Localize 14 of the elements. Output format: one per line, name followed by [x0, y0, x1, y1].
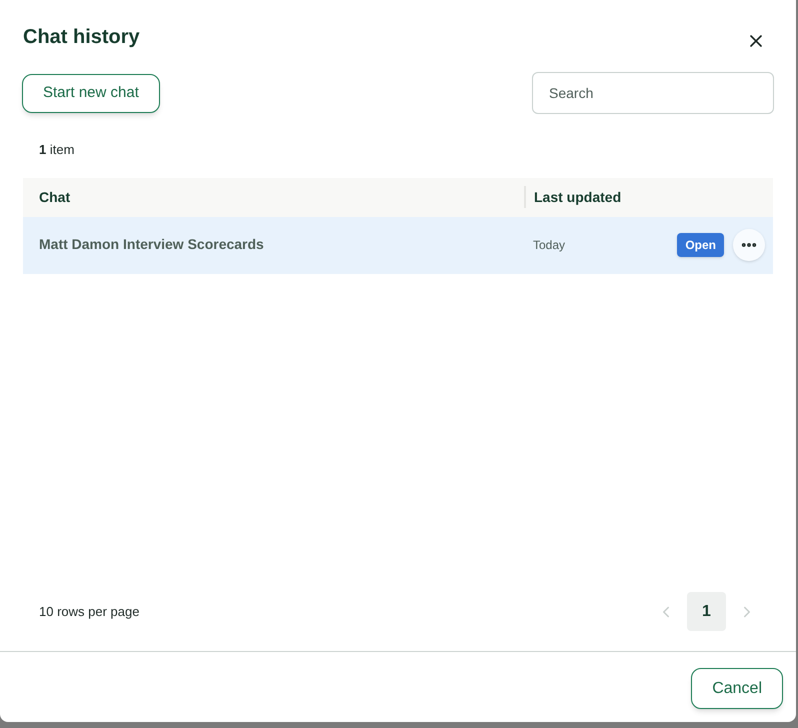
- open-button[interactable]: Open: [677, 233, 724, 257]
- rows-per-page-label: 10 rows per page: [39, 602, 140, 621]
- dialog-title: Chat history: [23, 25, 140, 50]
- column-header: Chat: [39, 188, 70, 204]
- more-icon[interactable]: [733, 229, 765, 261]
- item-count: 1 item: [39, 142, 74, 157]
- search-field[interactable]: Search: [532, 72, 774, 114]
- cancel-button[interactable]: Cancel: [691, 668, 783, 709]
- column-header: Last updated: [534, 188, 622, 207]
- page-button[interactable]: 1: [687, 592, 726, 631]
- updated-cell-text: Today: [533, 237, 566, 254]
- start-new-chat-button[interactable]: Start new chat: [22, 74, 160, 112]
- table-row[interactable]: Matt Damon Interview Scorecards Today Open: [23, 216, 773, 274]
- chat-title-cell: Matt Damon Interview Scorecards: [39, 236, 264, 252]
